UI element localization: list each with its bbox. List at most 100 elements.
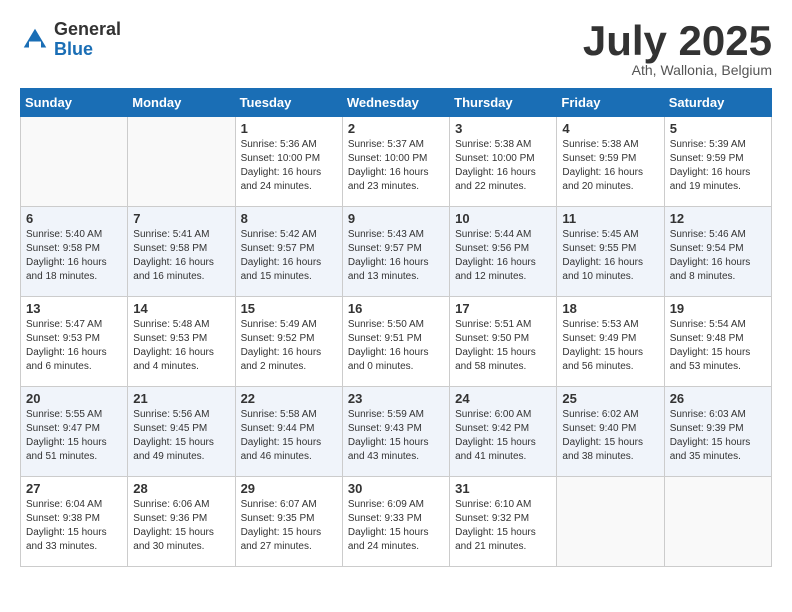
- calendar-cell: 14 Sunrise: 5:48 AM Sunset: 9:53 PM Dayli…: [128, 297, 235, 387]
- calendar-cell: 3Sunrise: 5:38 AM Sunset: 10:00 PM Dayli…: [450, 117, 557, 207]
- day-info: Sunrise: 5:39 AM Sunset: 9:59 PM Dayligh…: [670, 138, 766, 194]
- calendar-cell: 8Sunrise: 5:42 AM Sunset: 9:57 PM Daylig…: [235, 207, 342, 297]
- calendar-cell: 22 Sunrise: 5:58 AM Sunset: 9:44 PM Dayli…: [235, 387, 342, 477]
- location: Ath, Wallonia, Belgium: [583, 62, 772, 78]
- calendar-cell: 21 Sunrise: 5:56 AM Sunset: 9:45 PM Dayli…: [128, 387, 235, 477]
- day-info: Sunrise: 5:41 AM Sunset: 9:58 PM Dayligh…: [133, 228, 229, 284]
- calendar-cell: 19 Sunrise: 5:54 AM Sunset: 9:48 PM Dayli…: [664, 297, 771, 387]
- day-number: 27: [26, 481, 122, 496]
- day-number: 26: [670, 391, 766, 406]
- page-header: General Blue July 2025 Ath, Wallonia, Be…: [20, 20, 772, 78]
- day-number: 22: [241, 391, 337, 406]
- calendar: SundayMondayTuesdayWednesdayThursdayFrid…: [20, 88, 772, 567]
- calendar-cell: 24 Sunrise: 6:00 AM Sunset: 9:42 PM Dayli…: [450, 387, 557, 477]
- title-block: July 2025 Ath, Wallonia, Belgium: [583, 20, 772, 78]
- day-number: 19: [670, 301, 766, 316]
- calendar-cell: 31 Sunrise: 6:10 AM Sunset: 9:32 PM Dayli…: [450, 477, 557, 567]
- calendar-cell: [128, 117, 235, 207]
- day-info: Sunrise: 5:48 AM Sunset: 9:53 PM Dayligh…: [133, 318, 229, 374]
- calendar-cell: 1Sunrise: 5:36 AM Sunset: 10:00 PM Dayli…: [235, 117, 342, 207]
- day-info: Sunrise: 5:58 AM Sunset: 9:44 PM Dayligh…: [241, 408, 337, 464]
- logo-text: General Blue: [54, 20, 121, 60]
- day-number: 11: [562, 211, 658, 226]
- calendar-cell: 18 Sunrise: 5:53 AM Sunset: 9:49 PM Dayli…: [557, 297, 664, 387]
- calendar-cell: 13 Sunrise: 5:47 AM Sunset: 9:53 PM Dayli…: [21, 297, 128, 387]
- day-number: 12: [670, 211, 766, 226]
- day-info: Sunrise: 6:00 AM Sunset: 9:42 PM Dayligh…: [455, 408, 551, 464]
- day-info: Sunrise: 5:38 AM Sunset: 9:59 PM Dayligh…: [562, 138, 658, 194]
- day-number: 28: [133, 481, 229, 496]
- day-number: 8: [241, 211, 337, 226]
- day-info: Sunrise: 6:06 AM Sunset: 9:36 PM Dayligh…: [133, 498, 229, 554]
- calendar-cell: 16 Sunrise: 5:50 AM Sunset: 9:51 PM Dayli…: [342, 297, 449, 387]
- day-info: Sunrise: 5:44 AM Sunset: 9:56 PM Dayligh…: [455, 228, 551, 284]
- calendar-cell: 7 Sunrise: 5:41 AM Sunset: 9:58 PM Daylig…: [128, 207, 235, 297]
- calendar-cell: 12 Sunrise: 5:46 AM Sunset: 9:54 PM Dayli…: [664, 207, 771, 297]
- day-info: Sunrise: 5:45 AM Sunset: 9:55 PM Dayligh…: [562, 228, 658, 284]
- week-row-5: 27 Sunrise: 6:04 AM Sunset: 9:38 PM Dayli…: [21, 477, 772, 567]
- day-number: 29: [241, 481, 337, 496]
- day-info: Sunrise: 5:47 AM Sunset: 9:53 PM Dayligh…: [26, 318, 122, 374]
- day-number: 21: [133, 391, 229, 406]
- calendar-cell: 4Sunrise: 5:38 AM Sunset: 9:59 PM Daylig…: [557, 117, 664, 207]
- day-number: 6: [26, 211, 122, 226]
- logo-icon: [20, 25, 50, 55]
- day-info: Sunrise: 5:40 AM Sunset: 9:58 PM Dayligh…: [26, 228, 122, 284]
- logo-blue: Blue: [54, 40, 121, 60]
- calendar-cell: 30 Sunrise: 6:09 AM Sunset: 9:33 PM Dayli…: [342, 477, 449, 567]
- calendar-cell: 25 Sunrise: 6:02 AM Sunset: 9:40 PM Dayli…: [557, 387, 664, 477]
- day-number: 2: [348, 121, 444, 136]
- day-info: Sunrise: 6:10 AM Sunset: 9:32 PM Dayligh…: [455, 498, 551, 554]
- calendar-cell: 23 Sunrise: 5:59 AM Sunset: 9:43 PM Dayli…: [342, 387, 449, 477]
- day-number: 25: [562, 391, 658, 406]
- calendar-cell: 9 Sunrise: 5:43 AM Sunset: 9:57 PM Daylig…: [342, 207, 449, 297]
- week-row-4: 20Sunrise: 5:55 AM Sunset: 9:47 PM Dayli…: [21, 387, 772, 477]
- logo: General Blue: [20, 20, 121, 60]
- day-number: 30: [348, 481, 444, 496]
- day-number: 15: [241, 301, 337, 316]
- day-info: Sunrise: 5:43 AM Sunset: 9:57 PM Dayligh…: [348, 228, 444, 284]
- day-info: Sunrise: 5:59 AM Sunset: 9:43 PM Dayligh…: [348, 408, 444, 464]
- day-info: Sunrise: 6:09 AM Sunset: 9:33 PM Dayligh…: [348, 498, 444, 554]
- weekday-header-thursday: Thursday: [450, 89, 557, 117]
- day-number: 7: [133, 211, 229, 226]
- weekday-header-friday: Friday: [557, 89, 664, 117]
- day-number: 14: [133, 301, 229, 316]
- day-number: 24: [455, 391, 551, 406]
- weekday-header-wednesday: Wednesday: [342, 89, 449, 117]
- day-number: 23: [348, 391, 444, 406]
- day-info: Sunrise: 5:37 AM Sunset: 10:00 PM Daylig…: [348, 138, 444, 194]
- calendar-cell: 10 Sunrise: 5:44 AM Sunset: 9:56 PM Dayli…: [450, 207, 557, 297]
- day-info: Sunrise: 6:02 AM Sunset: 9:40 PM Dayligh…: [562, 408, 658, 464]
- day-number: 17: [455, 301, 551, 316]
- day-info: Sunrise: 5:56 AM Sunset: 9:45 PM Dayligh…: [133, 408, 229, 464]
- day-number: 10: [455, 211, 551, 226]
- day-number: 16: [348, 301, 444, 316]
- calendar-cell: 26 Sunrise: 6:03 AM Sunset: 9:39 PM Dayli…: [664, 387, 771, 477]
- calendar-cell: 2 Sunrise: 5:37 AM Sunset: 10:00 PM Dayli…: [342, 117, 449, 207]
- day-info: Sunrise: 5:55 AM Sunset: 9:47 PM Dayligh…: [26, 408, 122, 464]
- day-info: Sunrise: 5:54 AM Sunset: 9:48 PM Dayligh…: [670, 318, 766, 374]
- calendar-cell: 28 Sunrise: 6:06 AM Sunset: 9:36 PM Dayli…: [128, 477, 235, 567]
- calendar-cell: [557, 477, 664, 567]
- day-info: Sunrise: 5:49 AM Sunset: 9:52 PM Dayligh…: [241, 318, 337, 374]
- day-info: Sunrise: 5:38 AM Sunset: 10:00 PM Daylig…: [455, 138, 551, 194]
- day-info: Sunrise: 6:03 AM Sunset: 9:39 PM Dayligh…: [670, 408, 766, 464]
- weekday-header-sunday: Sunday: [21, 89, 128, 117]
- day-info: Sunrise: 5:36 AM Sunset: 10:00 PM Daylig…: [241, 138, 337, 194]
- day-info: Sunrise: 6:07 AM Sunset: 9:35 PM Dayligh…: [241, 498, 337, 554]
- calendar-cell: [21, 117, 128, 207]
- calendar-cell: 5Sunrise: 5:39 AM Sunset: 9:59 PM Daylig…: [664, 117, 771, 207]
- day-number: 31: [455, 481, 551, 496]
- day-number: 9: [348, 211, 444, 226]
- weekday-header-row: SundayMondayTuesdayWednesdayThursdayFrid…: [21, 89, 772, 117]
- calendar-cell: 17Sunrise: 5:51 AM Sunset: 9:50 PM Dayli…: [450, 297, 557, 387]
- week-row-1: 1Sunrise: 5:36 AM Sunset: 10:00 PM Dayli…: [21, 117, 772, 207]
- day-info: Sunrise: 5:46 AM Sunset: 9:54 PM Dayligh…: [670, 228, 766, 284]
- day-number: 18: [562, 301, 658, 316]
- day-number: 13: [26, 301, 122, 316]
- day-info: Sunrise: 6:04 AM Sunset: 9:38 PM Dayligh…: [26, 498, 122, 554]
- calendar-cell: 15 Sunrise: 5:49 AM Sunset: 9:52 PM Dayli…: [235, 297, 342, 387]
- day-info: Sunrise: 5:50 AM Sunset: 9:51 PM Dayligh…: [348, 318, 444, 374]
- day-info: Sunrise: 5:53 AM Sunset: 9:49 PM Dayligh…: [562, 318, 658, 374]
